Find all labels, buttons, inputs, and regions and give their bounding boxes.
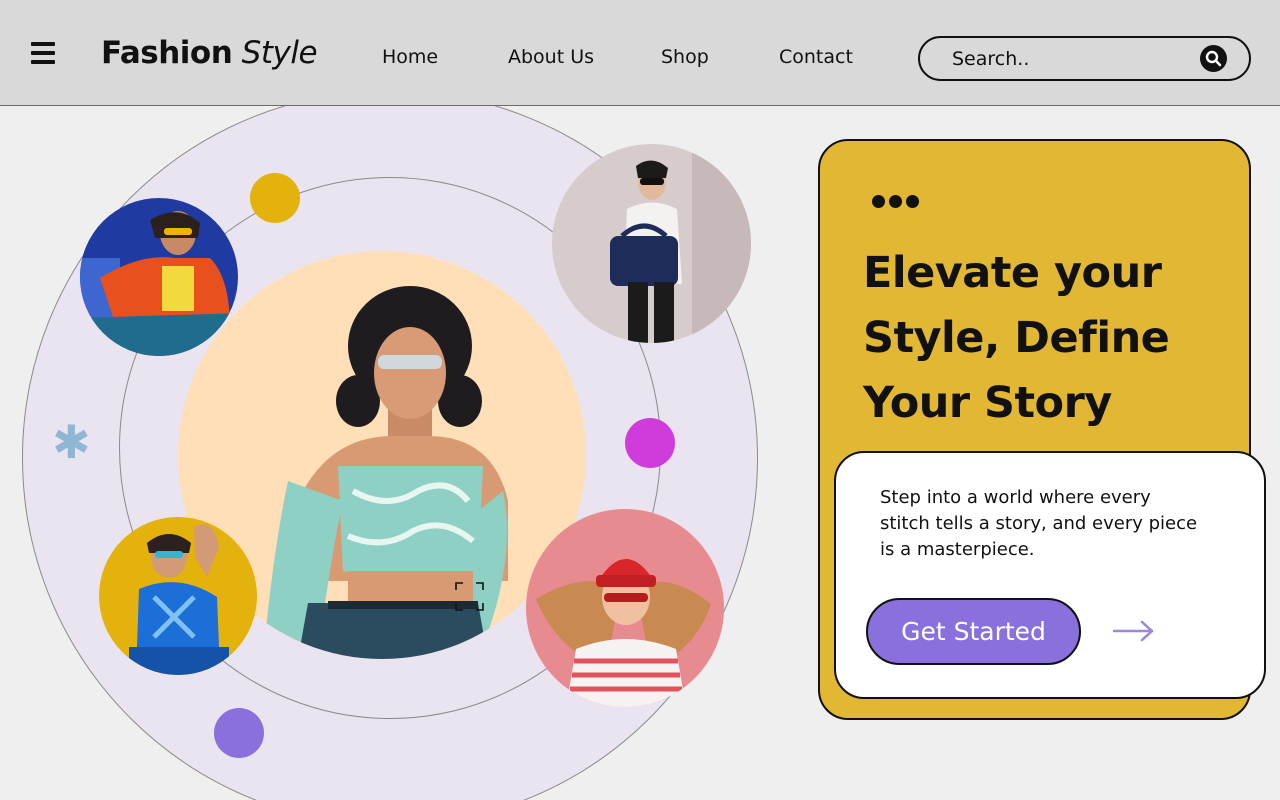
- hero-description: Step into a world where every stitch tel…: [880, 487, 1198, 560]
- violet-accent-dot: [214, 708, 264, 758]
- top-nav-bar: Fashion Style Home About Us Shop Contact: [0, 0, 1280, 106]
- hero-description-card: Step into a world where every stitch tel…: [834, 451, 1266, 699]
- search-box: [918, 36, 1251, 81]
- brand-name-italic: Style: [241, 35, 318, 71]
- magenta-accent-dot: [625, 418, 675, 468]
- hamburger-menu-icon[interactable]: [31, 42, 55, 64]
- more-dots-icon[interactable]: [872, 193, 923, 212]
- arrow-right-icon[interactable]: [1112, 618, 1156, 644]
- brand-logo[interactable]: Fashion Style: [101, 33, 318, 73]
- model-red-beanie-photo: [526, 509, 724, 707]
- asterisk-icon: ✱: [52, 415, 91, 469]
- yellow-accent-dot: [250, 173, 300, 223]
- nav-link-about-us[interactable]: About Us: [508, 44, 594, 70]
- hero-headline: Elevate your Style, Define Your Story: [863, 241, 1243, 436]
- search-input[interactable]: [952, 47, 1192, 71]
- nav-link-contact[interactable]: Contact: [779, 44, 853, 70]
- get-started-button[interactable]: Get Started: [866, 598, 1081, 665]
- focus-frame-icon: [455, 582, 484, 611]
- model-orange-jacket-photo: [80, 198, 238, 356]
- hero-headline-line-2: Style, Define: [863, 313, 1170, 363]
- model-handbag-photo: [552, 144, 751, 343]
- nav-link-home[interactable]: Home: [382, 44, 438, 70]
- brand-name-bold: Fashion: [101, 35, 233, 71]
- model-blue-outfit-photo: [99, 517, 257, 675]
- search-icon[interactable]: [1200, 45, 1227, 72]
- nav-link-shop[interactable]: Shop: [661, 44, 709, 70]
- hero-collage: ✱: [0, 106, 800, 800]
- hero-headline-line-3: Your Story: [863, 378, 1112, 428]
- hero-headline-line-1: Elevate your: [863, 248, 1162, 298]
